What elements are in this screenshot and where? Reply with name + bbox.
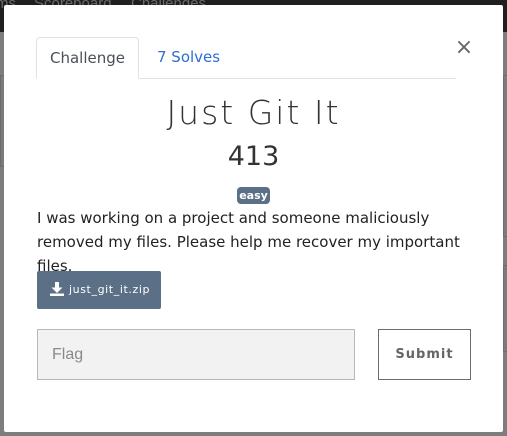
tab-solves[interactable]: 7 Solves <box>157 37 220 78</box>
difficulty-badge: easy <box>237 187 270 204</box>
background-card <box>503 75 507 237</box>
download-icon <box>50 282 64 296</box>
challenge-description: I was working on a project and someone m… <box>37 209 460 275</box>
challenge-modal: Challenge 7 Solves × Just Git It 413 eas… <box>4 5 503 432</box>
submit-button[interactable]: Submit <box>378 329 471 380</box>
flag-input[interactable] <box>37 329 355 380</box>
tab-challenge[interactable]: Challenge <box>36 37 139 79</box>
download-file-button[interactable]: just_git_it.zip <box>37 271 161 309</box>
background-card <box>503 265 507 352</box>
close-button[interactable]: × <box>454 37 474 59</box>
modal-tabs: Challenge 7 Solves <box>36 37 456 79</box>
challenge-points: 413 <box>227 141 280 172</box>
file-name-label: just_git_it.zip <box>69 283 151 296</box>
challenge-title: Just Git It <box>166 93 341 132</box>
